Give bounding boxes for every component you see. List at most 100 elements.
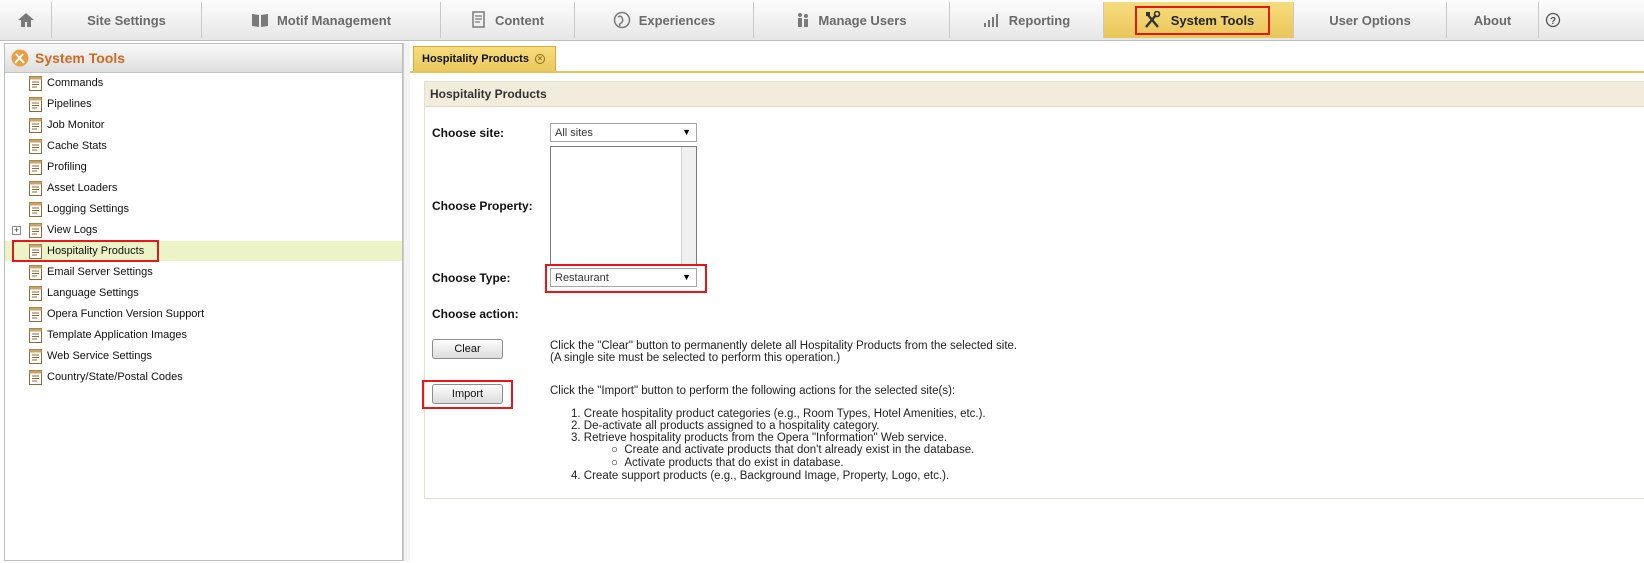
- clear-button[interactable]: Clear: [432, 339, 503, 359]
- property-listbox[interactable]: [550, 146, 697, 265]
- sidebar-item[interactable]: Hospitality Products: [5, 241, 402, 261]
- dropdown-arrow-icon: ▼: [682, 127, 691, 137]
- site-select[interactable]: All sites ▼: [550, 123, 697, 142]
- sidebar-item[interactable]: Web Service Settings: [5, 346, 402, 366]
- nav-label: Motif Management: [276, 12, 392, 28]
- nav-experiences[interactable]: Experiences: [575, 2, 754, 38]
- sidebar-item[interactable]: Profiling: [5, 157, 402, 177]
- sidebar-item-label: Country/State/Postal Codes: [47, 371, 183, 383]
- dropdown-arrow-icon: ▼: [682, 272, 691, 282]
- help-icon: ?: [1545, 12, 1561, 28]
- clear-note: (A single site must be selected to perfo…: [550, 352, 841, 364]
- type-label: Choose Type:: [432, 271, 511, 285]
- nav-label: Content: [494, 12, 545, 28]
- book-icon: [251, 14, 268, 27]
- sidebar-item[interactable]: Cache Stats: [5, 136, 402, 156]
- clear-description: Click the "Clear" button to permanently …: [550, 340, 1018, 352]
- document-icon: [29, 243, 42, 259]
- site-label: Choose site:: [432, 126, 505, 140]
- nav-reporting[interactable]: Reporting: [950, 2, 1104, 38]
- document-icon: [29, 348, 42, 364]
- import-step: 1. Create hospitality product categories…: [571, 408, 986, 420]
- sidebar-item[interactable]: + View Logs: [5, 220, 402, 240]
- document-icon: [29, 327, 42, 343]
- import-description: Click the "Import" button to perform the…: [550, 385, 956, 397]
- nav-label: About: [1473, 12, 1512, 28]
- sidebar-item[interactable]: Commands: [5, 73, 402, 93]
- sidebar-item-label: Email Server Settings: [47, 266, 153, 278]
- import-substep: ○ Create and activate products that don'…: [611, 444, 975, 456]
- document-icon: [29, 222, 42, 238]
- document-icon: [29, 180, 42, 196]
- sidebar-item[interactable]: Opera Function Version Support: [5, 304, 402, 324]
- document-icon: [29, 159, 42, 175]
- sidebar-item[interactable]: Logging Settings: [5, 199, 402, 219]
- tools-icon: [1144, 11, 1161, 28]
- sidebar-item-label: Opera Function Version Support: [47, 308, 205, 320]
- listbox-scrollbar[interactable]: [681, 147, 696, 264]
- sidebar-item-label: Web Service Settings: [47, 350, 152, 362]
- type-select-value: Restaurant: [555, 271, 609, 284]
- document-icon: [29, 264, 42, 280]
- bar-chart-icon: [983, 14, 998, 27]
- nav-label: System Tools: [1170, 12, 1255, 28]
- sidebar-item[interactable]: Asset Loaders: [5, 178, 402, 198]
- tools-icon: [11, 49, 29, 67]
- top-navigation: Site Settings Motif Management Content E…: [0, 0, 1644, 41]
- nav-manage-users[interactable]: Manage Users: [754, 2, 950, 38]
- sidebar-item-label: Template Application Images: [47, 329, 188, 341]
- tab-label: Hospitality Products: [422, 53, 529, 65]
- nav-user-options[interactable]: User Options: [1294, 2, 1447, 38]
- nav-label: Experiences: [638, 12, 716, 28]
- sidebar-item-label: Language Settings: [47, 287, 139, 299]
- sidebar-item-label: View Logs: [47, 224, 98, 236]
- import-step: 4. Create support products (e.g., Backgr…: [571, 470, 950, 482]
- action-label: Choose action:: [432, 307, 519, 321]
- document-icon: [29, 75, 42, 91]
- nav-about[interactable]: About: [1447, 2, 1539, 38]
- sidebar-item[interactable]: Job Monitor: [5, 115, 402, 135]
- globe-icon: [613, 11, 630, 29]
- sidebar-title: System Tools: [35, 50, 125, 66]
- sidebar-item[interactable]: Email Server Settings: [5, 262, 402, 282]
- sidebar-item[interactable]: Language Settings: [5, 283, 402, 303]
- site-select-value: All sites: [555, 126, 593, 139]
- sidebar-item-label: Job Monitor: [47, 119, 105, 131]
- nav-content[interactable]: Content: [441, 2, 575, 38]
- tab-bar: Hospitality Products ×: [410, 43, 1644, 73]
- close-icon[interactable]: ×: [534, 54, 545, 64]
- document-icon: [29, 306, 42, 322]
- document-icon: [29, 138, 42, 154]
- document-icon: [29, 201, 42, 217]
- sidebar-item-label: Pipelines: [47, 98, 92, 110]
- nav-help[interactable]: ?: [1539, 2, 1567, 38]
- sidebar-item-label: Commands: [47, 77, 104, 89]
- panel-splitter[interactable]: [403, 43, 410, 561]
- sidebar-item-label: Cache Stats: [47, 140, 107, 152]
- import-substep: ○ Activate products that do exist in dat…: [611, 457, 844, 469]
- nav-label: User Options: [1329, 12, 1411, 28]
- document-icon: [472, 11, 485, 28]
- import-button[interactable]: Import: [432, 384, 503, 404]
- type-select[interactable]: Restaurant ▼: [550, 268, 697, 287]
- sidebar-item-label: Asset Loaders: [47, 182, 118, 194]
- expand-icon[interactable]: +: [12, 225, 21, 235]
- sidebar-item-label: Profiling: [47, 161, 87, 173]
- sidebar-item[interactable]: Country/State/Postal Codes: [5, 367, 402, 387]
- sidebar-item[interactable]: Template Application Images: [5, 325, 402, 345]
- import-substep-text: Activate products that do exist in datab…: [624, 457, 844, 469]
- nav-system-tools[interactable]: System Tools: [1104, 2, 1294, 38]
- nav-site-settings[interactable]: Site Settings: [52, 2, 202, 38]
- nav-motif-management[interactable]: Motif Management: [202, 2, 441, 38]
- import-substep-text: Create and activate products that don't …: [624, 444, 975, 456]
- property-label: Choose Property:: [432, 199, 533, 213]
- nav-label: Reporting: [1008, 12, 1071, 28]
- svg-text:?: ?: [1550, 16, 1556, 27]
- sidebar-item-label: Hospitality Products: [47, 245, 145, 257]
- home-icon: [17, 13, 34, 27]
- nav-home[interactable]: [0, 2, 52, 38]
- nav-label: Manage Users: [818, 12, 907, 28]
- sidebar-item[interactable]: Pipelines: [5, 94, 402, 114]
- tab-hospitality-products[interactable]: Hospitality Products ×: [413, 46, 556, 71]
- import-step: 3. Retrieve hospitality products from th…: [571, 432, 948, 444]
